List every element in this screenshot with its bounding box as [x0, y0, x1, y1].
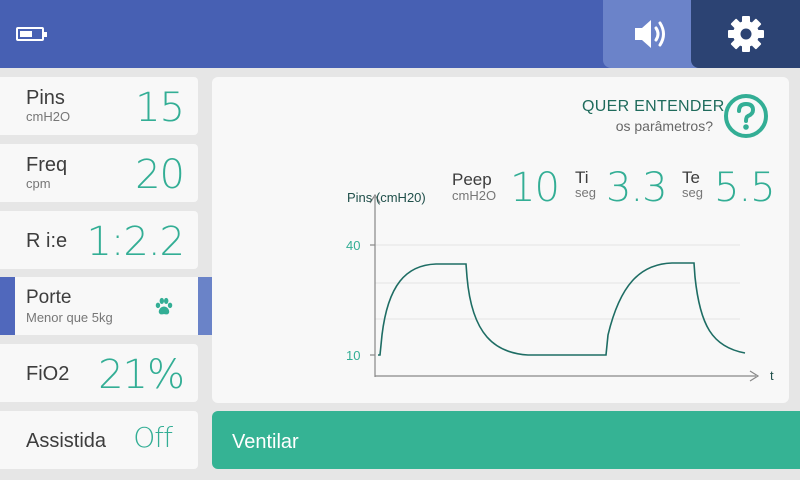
pressure-waveform [378, 262, 746, 356]
ventilar-label: Ventilar [232, 431, 299, 453]
ventilar-button[interactable]: Ventilar [212, 411, 800, 469]
chart-gridlines [375, 244, 740, 320]
help-icon[interactable] [722, 92, 770, 140]
volume-icon [635, 20, 665, 48]
pins-unit: cmH2O [26, 109, 71, 124]
rie-value: 1:2.2 [86, 219, 185, 265]
porte-accent-bar [0, 277, 15, 335]
pins-value: 15 [135, 85, 185, 131]
porte-sublabel: Menor que 5kg [26, 310, 113, 325]
freq-label: Freq [26, 154, 68, 176]
porte-label: Porte [26, 287, 72, 308]
settings-button[interactable] [691, 0, 800, 68]
help-title: QUER ENTENDER [582, 98, 725, 115]
fio2-value: 21% [98, 352, 185, 398]
y-axis-label: Pins (cmH20) [347, 190, 426, 205]
freq-value: 20 [135, 152, 185, 198]
paw-icon [155, 297, 173, 315]
y-tick-label-40: 40 [346, 238, 360, 253]
battery-icon [16, 27, 47, 41]
assistida-value: Off [133, 421, 173, 454]
param-card-assistida[interactable]: Assistida Off [0, 411, 198, 469]
y-tick-label-10: 10 [346, 348, 360, 363]
fio2-label: FiO2 [26, 363, 70, 385]
help-subtitle: os parâmetros? [615, 118, 713, 134]
assistida-label: Assistida [26, 430, 107, 452]
rie-label: R i:e [26, 230, 68, 252]
param-card-rie[interactable]: R i:e 1:2.2 [0, 211, 198, 269]
freq-unit: cpm [26, 176, 51, 191]
param-card-fio2[interactable]: FiO2 21% [0, 344, 198, 402]
x-axis-label: t [770, 368, 774, 383]
param-card-pins[interactable]: Pins cmH2O 15 [0, 77, 198, 135]
gear-icon [727, 16, 764, 52]
sound-button[interactable] [603, 0, 699, 68]
param-card-freq[interactable]: Freq cpm 20 [0, 144, 198, 202]
pins-label: Pins [26, 87, 65, 109]
pressure-chart: Pins (cmH20) 40 10 t [346, 190, 774, 383]
